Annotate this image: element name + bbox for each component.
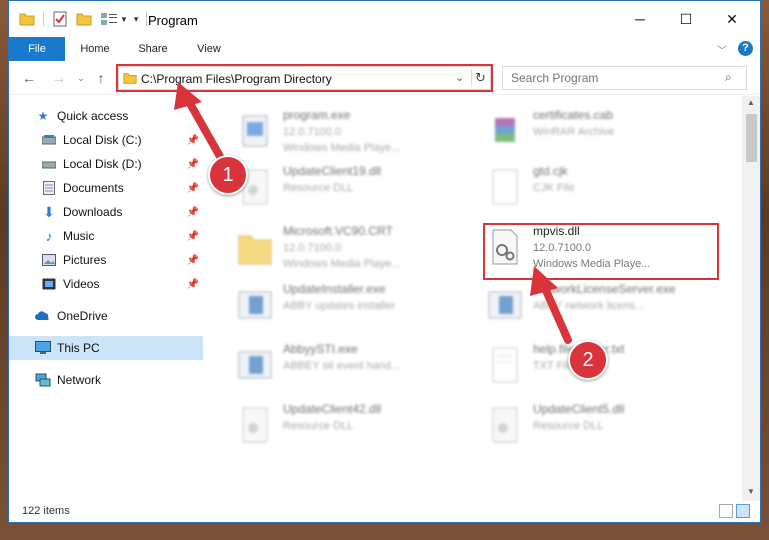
step-1-callout: 1	[208, 155, 248, 195]
step-2-callout: 2	[568, 340, 608, 380]
annotation-arrows	[174, 82, 572, 344]
